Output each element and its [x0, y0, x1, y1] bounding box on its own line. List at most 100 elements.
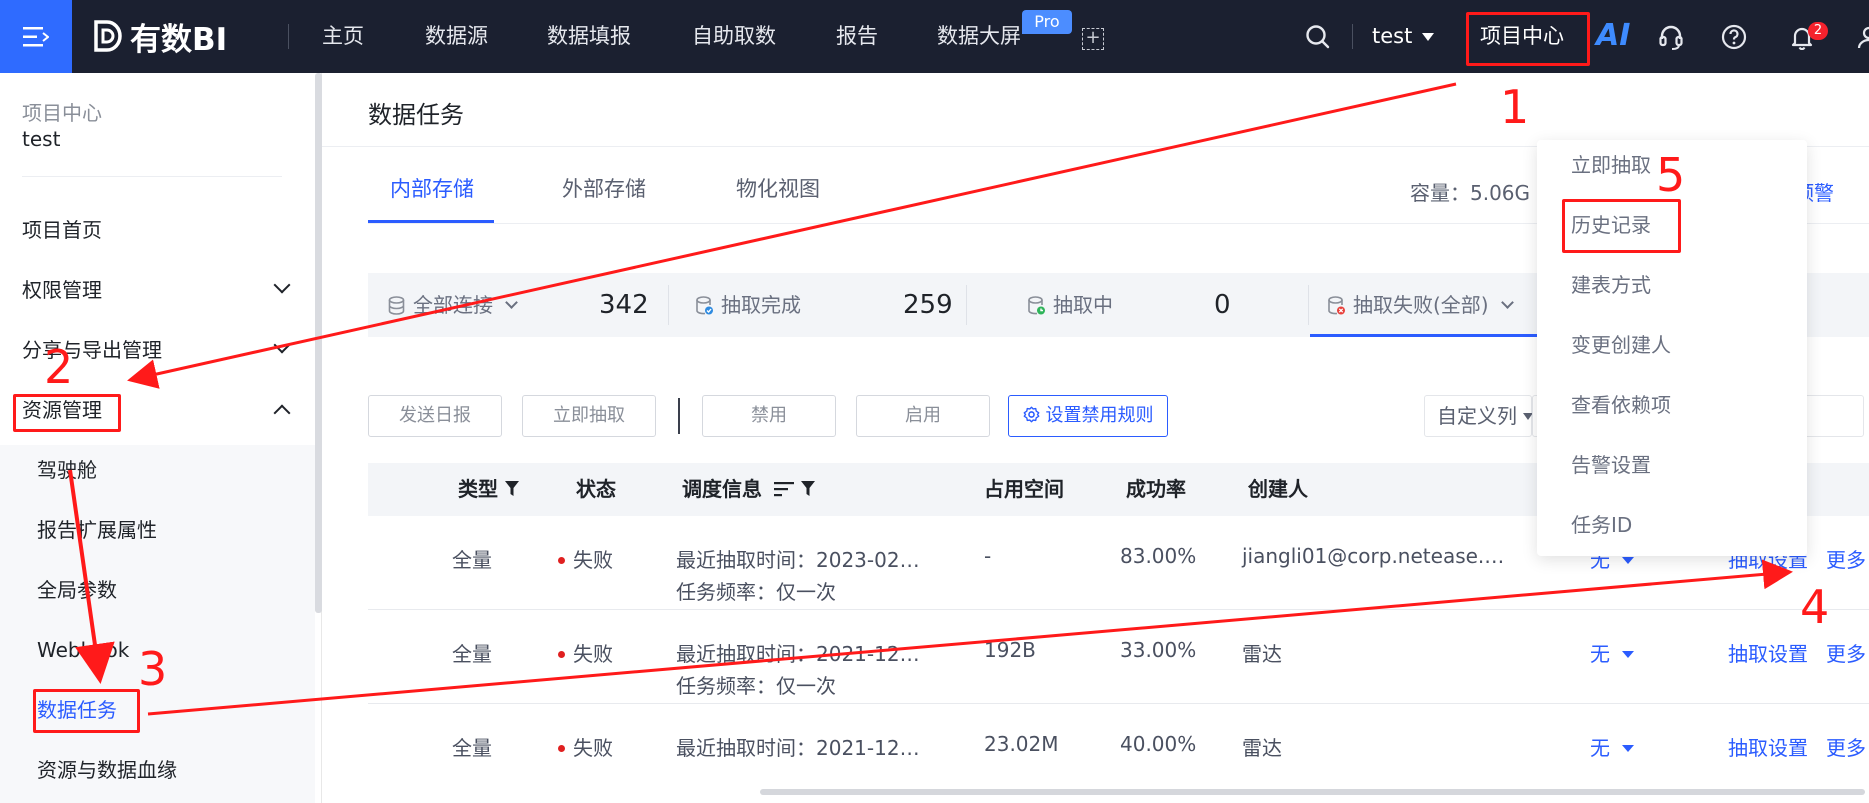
caret-down-icon: [1422, 33, 1435, 41]
tab-internal-storage[interactable]: 内部存储: [390, 173, 474, 213]
menu-item-extract-now[interactable]: 立即抽取: [1571, 145, 1651, 185]
project-label: 项目中心: [22, 101, 102, 125]
sort-icon[interactable]: [774, 481, 794, 497]
column-header-success-rate: 成功率: [1126, 477, 1186, 501]
table-row[interactable]: 全量 失败 最近抽取时间：2021-12… 任务频率：仅一次 192B 33.0…: [368, 610, 1869, 704]
horizontal-scrollbar[interactable]: [760, 789, 1865, 795]
cell-value: 无: [1590, 736, 1610, 760]
user-menu[interactable]: test: [1372, 0, 1435, 73]
menu-item-table-method[interactable]: 建表方式: [1571, 265, 1651, 305]
more-label: 更多: [1826, 642, 1866, 666]
sidebar-subitem-global-params[interactable]: 全局参数: [37, 570, 307, 610]
stat-failed[interactable]: 抽取失败(全部): [1328, 273, 1514, 337]
headset-icon[interactable]: [1657, 23, 1685, 51]
menu-item-task-id[interactable]: 任务ID: [1571, 505, 1632, 545]
nav-home[interactable]: 主页: [322, 0, 364, 73]
sidebar-item-project-home[interactable]: 项目首页: [22, 210, 292, 250]
tab-external-storage[interactable]: 外部存储: [562, 173, 646, 213]
cell-space: -: [984, 544, 992, 568]
column-header-type[interactable]: 类型: [458, 463, 520, 516]
cell-dropdown[interactable]: 无: [1590, 732, 1634, 761]
extract-settings-link[interactable]: 抽取设置: [1728, 638, 1808, 667]
more-menu-button[interactable]: 更多: [1826, 732, 1869, 761]
sidebar-item-label: 资源与数据血缘: [37, 758, 177, 782]
annotation-number-2: 2: [44, 340, 74, 394]
menu-item-dependencies[interactable]: 查看依赖项: [1571, 385, 1671, 425]
disable-button[interactable]: 禁用: [702, 395, 836, 437]
set-disable-rules-button[interactable]: 设置禁用规则: [1008, 395, 1168, 437]
nav-big-screen[interactable]: 数据大屏: [937, 0, 1021, 73]
nav-self-service[interactable]: 自助取数: [692, 0, 776, 73]
cell-dropdown[interactable]: 无: [1590, 638, 1634, 667]
sidebar-scrollbar[interactable]: [315, 73, 322, 613]
stat-value: 259: [903, 290, 953, 320]
status-text: 失败: [573, 548, 613, 572]
sidebar-item-label: 全局参数: [37, 578, 117, 602]
stat-label: 抽取失败(全部): [1353, 293, 1489, 317]
sidebar-subitem-webhook[interactable]: Webhook: [37, 630, 307, 670]
button-label: 设置禁用规则: [1045, 405, 1154, 426]
caret-down-icon: [1622, 651, 1634, 658]
stat-value: 342: [599, 290, 649, 320]
brand-logo[interactable]: 有数BI: [92, 14, 227, 58]
menu-item-alert-settings[interactable]: 告警设置: [1571, 445, 1651, 485]
stat-label: 抽取完成: [721, 293, 801, 317]
more-menu-button[interactable]: 更多: [1826, 638, 1869, 667]
nav-data-fill[interactable]: 数据填报: [547, 0, 631, 73]
header-label: 类型: [458, 477, 498, 501]
more-menu-button[interactable]: 更多: [1826, 544, 1869, 573]
select-label: 自定义列: [1437, 404, 1517, 428]
cell-schedule-time: 最近抽取时间：2021-12…: [676, 642, 920, 666]
sidebar-subitem-lineage[interactable]: 资源与数据血缘: [37, 750, 307, 790]
sidebar-item-label: 项目首页: [22, 218, 102, 242]
stat-extracting[interactable]: 抽取中: [1028, 273, 1113, 337]
sidebar-subitem-cockpit[interactable]: 驾驶舱: [37, 450, 307, 490]
stat-label: 全部连接: [413, 293, 493, 317]
top-divider: [288, 24, 289, 49]
stat-all-connections[interactable]: 全部连接: [388, 273, 518, 337]
chevron-down-icon: [1500, 296, 1514, 309]
cell-success-rate: 40.00%: [1120, 732, 1197, 756]
add-tab-button[interactable]: +: [1082, 28, 1104, 50]
column-header-status: 状态: [576, 477, 616, 501]
annotation-box-resources: [13, 394, 121, 432]
database-check-icon: [696, 296, 713, 315]
more-label: 更多: [1826, 548, 1866, 572]
send-daily-report-button[interactable]: 发送日报: [368, 395, 502, 437]
sidebar-item-label: 报告扩展属性: [37, 518, 157, 542]
user-avatar-icon[interactable]: [1855, 23, 1869, 51]
enable-button[interactable]: 启用: [856, 395, 990, 437]
ai-assistant-button[interactable]: AI: [1596, 18, 1630, 53]
help-icon[interactable]: [1720, 23, 1748, 51]
custom-columns-select[interactable]: 自定义列: [1424, 395, 1533, 437]
status-dot: [558, 651, 565, 658]
menu-item-change-creator[interactable]: 变更创建人: [1571, 325, 1671, 365]
filter-icon[interactable]: [800, 480, 816, 498]
page-title: 数据任务: [368, 101, 464, 129]
cell-creator: 雷达: [1242, 736, 1282, 760]
cell-status: 失败: [558, 544, 613, 573]
column-header-space: 占用空间: [984, 477, 1064, 501]
nav-datasource[interactable]: 数据源: [425, 0, 488, 73]
sidebar-item-label: 驾驶舱: [37, 458, 97, 482]
column-header-schedule[interactable]: 调度信息: [682, 463, 816, 516]
stat-value: 0: [1214, 290, 1231, 320]
extract-now-button[interactable]: 立即抽取: [522, 395, 656, 437]
sidebar-item-permissions[interactable]: 权限管理: [22, 270, 292, 310]
nav-report[interactable]: 报告: [836, 0, 878, 73]
caret-down-icon: [1622, 745, 1634, 752]
cell-space: 192B: [984, 638, 1036, 662]
menu-button[interactable]: [0, 0, 72, 73]
tab-materialized-view[interactable]: 物化视图: [736, 173, 820, 213]
gear-icon: [1023, 406, 1039, 423]
filter-icon[interactable]: [504, 480, 520, 498]
menu-icon: [23, 26, 49, 46]
sidebar-subitem-report-ext[interactable]: 报告扩展属性: [37, 510, 307, 550]
status-dot: [558, 557, 565, 564]
more-label: 更多: [1826, 736, 1866, 760]
extract-settings-link[interactable]: 抽取设置: [1728, 732, 1808, 761]
table-row[interactable]: 全量 失败 最近抽取时间：2021-12… 23.02M 40.00% 雷达 无…: [368, 704, 1869, 798]
stat-completed[interactable]: 抽取完成: [696, 273, 801, 337]
search-icon[interactable]: [1304, 23, 1332, 51]
project-name: test: [22, 127, 61, 151]
